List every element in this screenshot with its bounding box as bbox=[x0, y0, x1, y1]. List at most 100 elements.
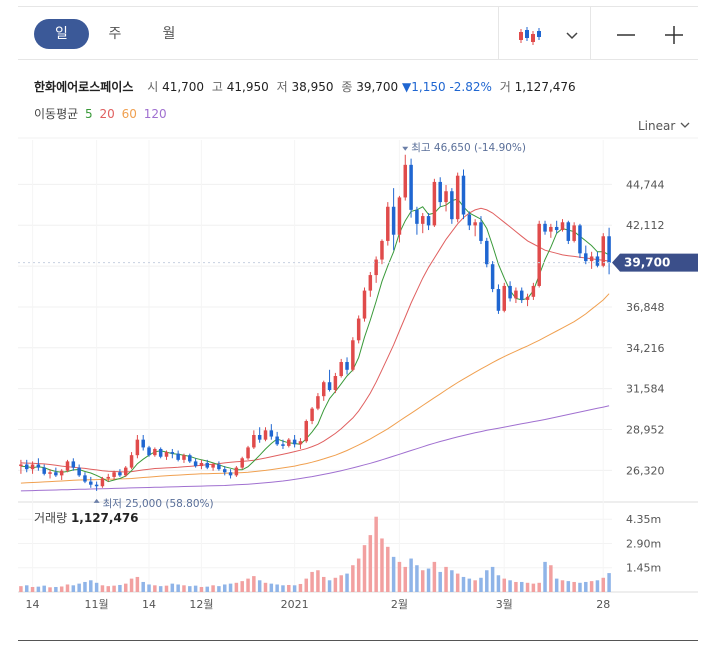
volume-bar bbox=[30, 586, 35, 592]
volume-bar bbox=[100, 585, 105, 592]
candle-body bbox=[409, 164, 413, 210]
volume-bar bbox=[141, 581, 145, 592]
volume-bar bbox=[490, 566, 495, 592]
volume-bar bbox=[135, 576, 140, 592]
candle-body bbox=[339, 362, 343, 376]
volume-bar bbox=[607, 573, 611, 592]
volume-bar bbox=[188, 586, 192, 592]
volume-bar bbox=[246, 578, 250, 592]
volume-bar bbox=[467, 578, 472, 592]
volume-bar bbox=[275, 584, 279, 592]
volume-bar bbox=[217, 586, 221, 592]
volume-bar bbox=[601, 577, 606, 592]
candle-body bbox=[415, 209, 419, 224]
candle-body bbox=[48, 472, 52, 474]
volume-bar bbox=[351, 565, 355, 592]
volume-bar bbox=[199, 586, 204, 592]
price-tick-label: 31,584 bbox=[626, 383, 665, 396]
candle-body bbox=[65, 461, 70, 471]
candle-body bbox=[158, 448, 163, 457]
volume-bar bbox=[432, 561, 437, 592]
candle-body bbox=[123, 467, 128, 476]
candle-body bbox=[496, 289, 501, 311]
candle-body bbox=[519, 290, 524, 300]
volume-bar bbox=[211, 585, 215, 592]
volume-bar bbox=[48, 587, 52, 592]
candle-body bbox=[362, 290, 367, 319]
candle-body bbox=[129, 455, 134, 468]
candle-body bbox=[525, 296, 530, 300]
volume-bar bbox=[368, 535, 373, 592]
candle-body bbox=[275, 436, 279, 445]
time-tick-label: 2021 bbox=[281, 598, 309, 611]
price-chart[interactable]: 26,320 28,952 31,584 34,216 36,848 42,112 44,7… bbox=[0, 0, 716, 670]
volume-bar bbox=[321, 576, 326, 592]
volume-bar bbox=[525, 582, 530, 592]
candle-body bbox=[467, 214, 472, 226]
candle-body bbox=[234, 467, 239, 476]
volume-bar bbox=[281, 585, 285, 592]
candle-body bbox=[403, 164, 408, 198]
candle-body bbox=[426, 216, 431, 226]
candle-body bbox=[89, 481, 93, 485]
candle-body bbox=[572, 225, 576, 241]
volume-bar bbox=[543, 561, 547, 592]
volume-bar bbox=[83, 581, 87, 592]
candle-body bbox=[374, 259, 378, 276]
volume-bar bbox=[193, 585, 198, 592]
volume-bar bbox=[485, 570, 489, 592]
volume-bar bbox=[374, 516, 378, 592]
volume-bar bbox=[252, 576, 256, 592]
candle-body bbox=[560, 222, 565, 231]
candle-body bbox=[228, 472, 233, 476]
candle-body bbox=[601, 236, 606, 266]
volume-bar bbox=[298, 583, 303, 592]
volume-bar bbox=[450, 570, 454, 592]
volume-bar bbox=[123, 583, 128, 592]
volume-bar bbox=[36, 586, 41, 592]
max-marker bbox=[402, 146, 409, 151]
candle-body bbox=[502, 285, 507, 311]
candle-body bbox=[135, 439, 140, 456]
candle-body bbox=[386, 206, 390, 241]
candle-body bbox=[450, 191, 454, 220]
volume-tick-label: 4.35m bbox=[626, 513, 661, 526]
volume-bar bbox=[176, 584, 180, 592]
candle-body bbox=[444, 191, 448, 203]
candle-body bbox=[391, 206, 396, 235]
candle-body bbox=[269, 430, 274, 437]
volume-bar bbox=[595, 580, 600, 592]
volume-bar bbox=[263, 582, 268, 592]
volume-bar bbox=[205, 586, 210, 592]
price-tick-label: 36,848 bbox=[626, 301, 665, 314]
min-marker bbox=[93, 498, 100, 503]
candle-body bbox=[19, 464, 23, 467]
volume-bar bbox=[420, 570, 425, 592]
volume-bar bbox=[380, 538, 384, 592]
candle-body bbox=[118, 472, 122, 476]
volume-bar bbox=[65, 584, 70, 592]
volume-bar bbox=[572, 581, 576, 592]
price-tick-label: 26,320 bbox=[626, 464, 665, 477]
volume-bar bbox=[327, 580, 332, 592]
volume-bar bbox=[118, 584, 122, 592]
candle-body bbox=[479, 222, 483, 241]
candle-body bbox=[170, 452, 175, 454]
candle-body bbox=[164, 452, 169, 457]
volume-bar bbox=[554, 578, 559, 592]
volume-bar bbox=[531, 583, 536, 592]
time-tick-label: 28 bbox=[596, 598, 610, 611]
candle-body bbox=[607, 236, 611, 263]
volume-bar bbox=[560, 580, 565, 592]
price-tick-label: 28,952 bbox=[626, 424, 665, 437]
candle-body bbox=[531, 285, 536, 297]
volume-bar bbox=[455, 573, 460, 592]
candle-body bbox=[490, 264, 495, 290]
candle-body bbox=[54, 472, 58, 476]
candle-body bbox=[316, 396, 320, 409]
volume-bar bbox=[170, 583, 175, 592]
volume-bar bbox=[257, 580, 262, 592]
candle-body bbox=[71, 461, 76, 468]
candle-body bbox=[287, 439, 291, 446]
candle-body bbox=[263, 430, 268, 440]
